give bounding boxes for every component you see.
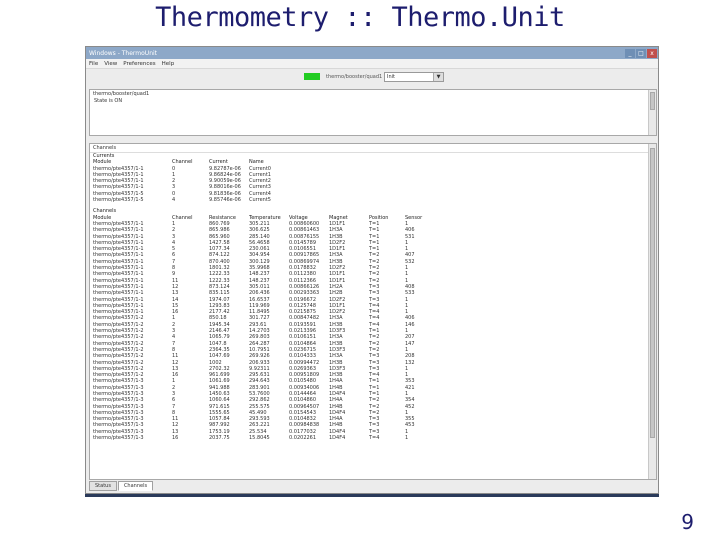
table-cell: 4 (172, 197, 176, 204)
state-text: State is ON (94, 98, 123, 104)
table-cell: thermo/pte4357/1-3 (93, 435, 144, 442)
window-title: Windows - ThermoUnit (89, 49, 158, 57)
state-scrollbar[interactable] (648, 90, 656, 135)
menu-help[interactable]: Help (162, 61, 175, 67)
device-label: thermo/booster/quad1 (326, 74, 383, 80)
currents-table: thermo/pte4357/1-1 0 9.82787e-06 Current0 th… (90, 166, 656, 204)
slide-title: Thermometry :: Thermo.Unit (155, 2, 565, 33)
state-panel-title: thermo/booster/quad1 (93, 91, 150, 97)
menu-preferences[interactable]: Preferences (123, 61, 155, 67)
page-number: 9 (681, 510, 694, 534)
table-cell: 2037.75 (209, 435, 230, 442)
window-titlebar: Windows - ThermoUnit _ □ x (86, 47, 658, 59)
taskbar (85, 494, 659, 497)
maximize-button[interactable]: □ (636, 48, 646, 58)
table-cell: 1D4F4 (329, 435, 346, 442)
table-cell: 9.85746e-06 (209, 197, 241, 204)
command-combo[interactable]: Init ▼ (384, 72, 444, 82)
tab-channels[interactable]: Channels (117, 481, 154, 491)
table-cell: thermo/pte4357/1-5 (93, 197, 144, 204)
close-button[interactable]: x (647, 48, 657, 58)
channels-scrollbar[interactable] (648, 144, 656, 479)
status-led (304, 73, 320, 80)
table-cell: 15.8045 (249, 435, 270, 442)
thermounit-window: Windows - ThermoUnit _ □ x File View Pre… (85, 46, 659, 494)
channels-panel: Channels Currents Module Channel Current… (89, 143, 657, 480)
chevron-down-icon[interactable]: ▼ (433, 73, 443, 81)
menu-file[interactable]: File (89, 61, 98, 67)
channels-panel-title: Channels (90, 144, 656, 153)
channels-table: thermo/pte4357/1-1 1 860.769 305.211 0.00860… (90, 221, 656, 441)
minimize-button[interactable]: _ (625, 48, 635, 58)
table-cell: 1 (405, 435, 409, 442)
menu-view[interactable]: View (104, 61, 117, 67)
table-cell: Current5 (249, 197, 271, 204)
menu-bar: File View Preferences Help (86, 59, 658, 69)
device-toolbar: thermo/booster/quad1 Init ▼ (86, 69, 658, 87)
tab-status[interactable]: Status (89, 481, 117, 491)
table-cell: 16 (172, 435, 179, 442)
table-cell: T=4 (369, 435, 380, 442)
bottom-tabs: Status Channels (89, 481, 154, 491)
table-row[interactable]: thermo/pte4357/1-3 16 2037.75 15.8045 0.0202… (90, 435, 656, 441)
state-panel: thermo/booster/quad1 State is ON (89, 89, 657, 136)
table-cell: 0.0202261 (289, 435, 317, 442)
command-combo-value: Init (387, 74, 395, 80)
